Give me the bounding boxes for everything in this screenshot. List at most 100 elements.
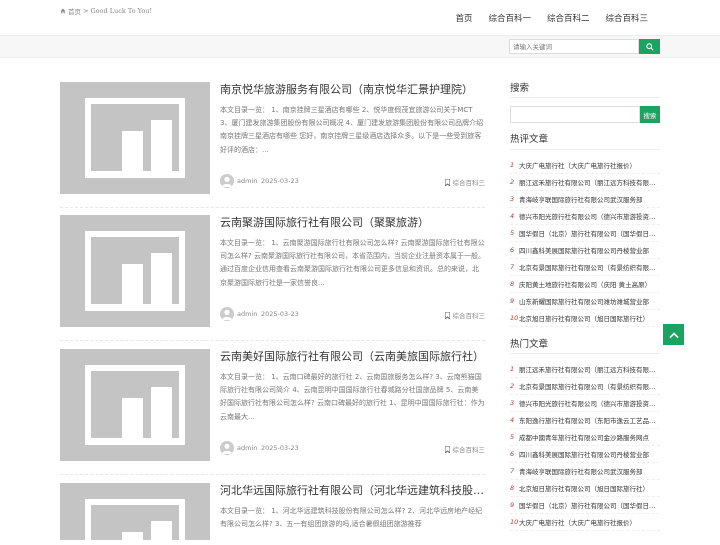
- rank-number: 3: [510, 399, 515, 407]
- rank-number: 9: [510, 501, 515, 509]
- post-date: 2025-03-23: [261, 444, 299, 452]
- avatar: [220, 307, 234, 321]
- hot-comment-item[interactable]: 6 四川鑫科美展国际旅行社有限公司丹棱营业部: [510, 242, 660, 259]
- image-placeholder-icon: [85, 499, 185, 545]
- nav-item-home[interactable]: 首页: [455, 12, 472, 24]
- avatar: [220, 174, 234, 188]
- rank-number: 7: [510, 263, 515, 271]
- rank-title: 丽江远禾旅行社有限公司（丽江远方科技有限公司）: [519, 179, 660, 187]
- rank-title: 山东新耀国际旅行社有限公司潍坊潍城营业部: [519, 298, 649, 306]
- rank-number: 6: [510, 246, 515, 254]
- hot-comment-item[interactable]: 3 青海岐亨联国际旅行社有限公司武汉服务部: [510, 191, 660, 208]
- post-author[interactable]: admin: [237, 177, 257, 185]
- rank-number: 1: [510, 365, 515, 373]
- hot-post-item[interactable]: 1 丽江远禾旅行社有限公司（丽江远方科技有限公司）: [510, 361, 660, 378]
- post-meta: admin 2025-03-23 综合百科三: [220, 174, 485, 188]
- post-category[interactable]: 综合百科三: [444, 444, 486, 454]
- post-category-label: 综合百科三: [452, 179, 486, 187]
- post-category[interactable]: 综合百科三: [444, 310, 485, 320]
- rank-title: 德兴市阳光旅行社有限公司（德兴市旅游投资公司）: [519, 400, 660, 408]
- post-excerpt: 本文目录一览： 1、南京挂牌三星酒店有哪些 2、悦华度假茂宜旅游公司关于MCT …: [220, 106, 484, 154]
- rank-number: 5: [510, 229, 515, 237]
- post-item: 南京悦华旅游服务有限公司（南京悦华汇景护理院） 本文目录一览： 1、南京挂牌三星…: [60, 82, 485, 208]
- post-thumbnail[interactable]: [60, 349, 210, 461]
- breadcrumb-home-link[interactable]: 首页: [68, 6, 81, 16]
- nav-item-category-2[interactable]: 综合百科二: [547, 12, 590, 24]
- breadcrumb: 首页 > Good Luck To You!: [60, 6, 152, 16]
- rank-number: 10: [510, 314, 519, 322]
- post-thumbnail[interactable]: [60, 215, 210, 327]
- hot-post-item[interactable]: 2 北京有景国际旅行社有限公司（有景纺织有限公司）: [510, 378, 660, 395]
- post-title[interactable]: 云南聚游国际旅行社有限公司（聚聚旅游）: [220, 215, 485, 231]
- post-date: 2025-03-23: [261, 177, 299, 185]
- hot-post-item[interactable]: 8 北京旭日旅行社有限公司（旭日国际旅行社）: [510, 480, 660, 497]
- hot-post-item[interactable]: 7 青海岐亨联国际旅行社有限公司武汉服务部: [510, 463, 660, 480]
- hot-comment-item[interactable]: 9 山东新耀国际旅行社有限公司潍坊潍城营业部: [510, 293, 660, 310]
- rank-title: 大庆广电旅行社（大庆广电旅行社报价）: [519, 162, 636, 170]
- nav-item-category-3[interactable]: 综合百科三: [605, 12, 648, 24]
- rank-number: 6: [510, 450, 515, 458]
- post-title[interactable]: 云南美好国际旅行社有限公司（云南美旅国际旅行社）: [220, 349, 485, 365]
- rank-title: 青海岐亨联国际旅行社有限公司武汉服务部: [519, 468, 643, 476]
- rank-title: 四川鑫科美展国际旅行社有限公司丹棱营业部: [519, 247, 649, 255]
- rank-number: 7: [510, 467, 515, 475]
- post-item: 云南聚游国际旅行社有限公司（聚聚旅游） 本文目录一览： 1、云南聚游国际旅行社有…: [60, 215, 485, 341]
- rank-title: 东阳逸行旅行社有限公司（东阳市逸云工艺品有限公司）: [519, 417, 660, 425]
- rank-number: 9: [510, 297, 515, 305]
- hot-comment-item[interactable]: 8 庆阳黄土地旅行社有限公司（庆阳 黄土高原）: [510, 276, 660, 293]
- hot-post-item[interactable]: 4 东阳逸行旅行社有限公司（东阳市逸云工艺品有限公司）: [510, 412, 660, 429]
- image-placeholder-icon: [85, 98, 185, 178]
- bookmark-icon: [444, 311, 450, 320]
- rank-title: 大庆广电旅行社（大庆广电旅行社报价）: [519, 519, 636, 527]
- post-thumbnail[interactable]: [60, 483, 210, 545]
- main-nav: 首页 综合百科一 综合百科二 综合百科三: [439, 0, 648, 36]
- hot-comment-item[interactable]: 4 德兴市阳光旅行社有限公司（德兴市旅游投资公司）: [510, 208, 660, 225]
- post-excerpt: 本文目录一览： 1、云南口碑最好的旅行社 2、云南国旅服务怎么样? 3、云南熊猫…: [220, 373, 485, 421]
- post-author[interactable]: admin: [237, 444, 257, 452]
- post-date: 2025-03-23: [261, 310, 299, 318]
- nav-item-category-1[interactable]: 综合百科一: [488, 12, 531, 24]
- hot-post-item[interactable]: 10 大庆广电旅行社（大庆广电旅行社报价）: [510, 514, 660, 531]
- hot-comment-item[interactable]: 10 北京旭日旅行社有限公司（旭日国际旅行社）: [510, 310, 660, 327]
- header-search-input[interactable]: [509, 39, 639, 54]
- hot-post-item[interactable]: 9 国华假日（北京）旅行社有限公司（国华假日旅行社）: [510, 497, 660, 514]
- rank-number: 5: [510, 433, 515, 441]
- hot-comment-item[interactable]: 1 大庆广电旅行社（大庆广电旅行社报价）: [510, 157, 660, 174]
- breadcrumb-current: Good Luck To You!: [90, 7, 153, 15]
- divider: [510, 353, 660, 354]
- rank-title: 成都中國青年旅行社有限公司金沙路服务网点: [519, 434, 649, 442]
- hot-comment-item[interactable]: 5 国华假日（北京）旅行社有限公司（国华假日旅行社）: [510, 225, 660, 242]
- post-title[interactable]: 河北华远国际旅行社有限公司（河北华远建筑科技股份有限公司）: [220, 483, 485, 499]
- hot-post-item[interactable]: 5 成都中國青年旅行社有限公司金沙路服务网点: [510, 429, 660, 446]
- bookmark-icon: [444, 178, 450, 187]
- rank-number: 8: [510, 484, 515, 492]
- rank-number: 1: [510, 161, 515, 169]
- rank-number: 2: [510, 178, 515, 186]
- rank-title: 北京旭日旅行社有限公司（旭日国际旅行社）: [519, 315, 649, 323]
- post-category-label: 综合百科三: [452, 446, 486, 454]
- hot-post-item[interactable]: 6 四川鑫科美展国际旅行社有限公司丹棱营业部: [510, 446, 660, 463]
- hot-comment-item[interactable]: 7 北京有景国际旅行社有限公司（有景纺织有限公司）: [510, 259, 660, 276]
- sidebar-search-input[interactable]: [510, 106, 640, 123]
- post-thumbnail[interactable]: [60, 82, 210, 194]
- hot-comment-item[interactable]: 2 丽江远禾旅行社有限公司（丽江远方科技有限公司）: [510, 174, 660, 191]
- search-icon: [645, 42, 654, 51]
- hot-posts-title: 热门文章: [510, 339, 549, 350]
- post-meta: admin 2025-03-23 综合百科三: [220, 441, 485, 455]
- hot-post-item[interactable]: 3 德兴市阳光旅行社有限公司（德兴市旅游投资公司）: [510, 395, 660, 412]
- rank-title: 青海岐亨联国际旅行社有限公司武汉服务部: [519, 196, 643, 204]
- user-icon: [222, 176, 232, 187]
- user-icon: [222, 443, 232, 454]
- image-placeholder-icon: [85, 365, 185, 445]
- rank-title: 北京有景国际旅行社有限公司（有景纺织有限公司）: [519, 383, 660, 391]
- rank-title: 国华假日（北京）旅行社有限公司（国华假日旅行社）: [519, 502, 660, 510]
- rank-title: 庆阳黄土地旅行社有限公司（庆阳 黄土高原）: [519, 281, 652, 289]
- sidebar-search-button[interactable]: 搜索: [640, 106, 660, 123]
- header-search-button[interactable]: [639, 39, 660, 54]
- post-title[interactable]: 南京悦华旅游服务有限公司（南京悦华汇景护理院）: [220, 82, 485, 98]
- rank-title: 四川鑫科美展国际旅行社有限公司丹棱营业部: [519, 451, 649, 459]
- post-author[interactable]: admin: [237, 310, 257, 318]
- back-to-top-button[interactable]: [663, 324, 684, 345]
- sidebar-search-title: 搜索: [510, 83, 530, 94]
- post-category[interactable]: 综合百科三: [444, 177, 486, 187]
